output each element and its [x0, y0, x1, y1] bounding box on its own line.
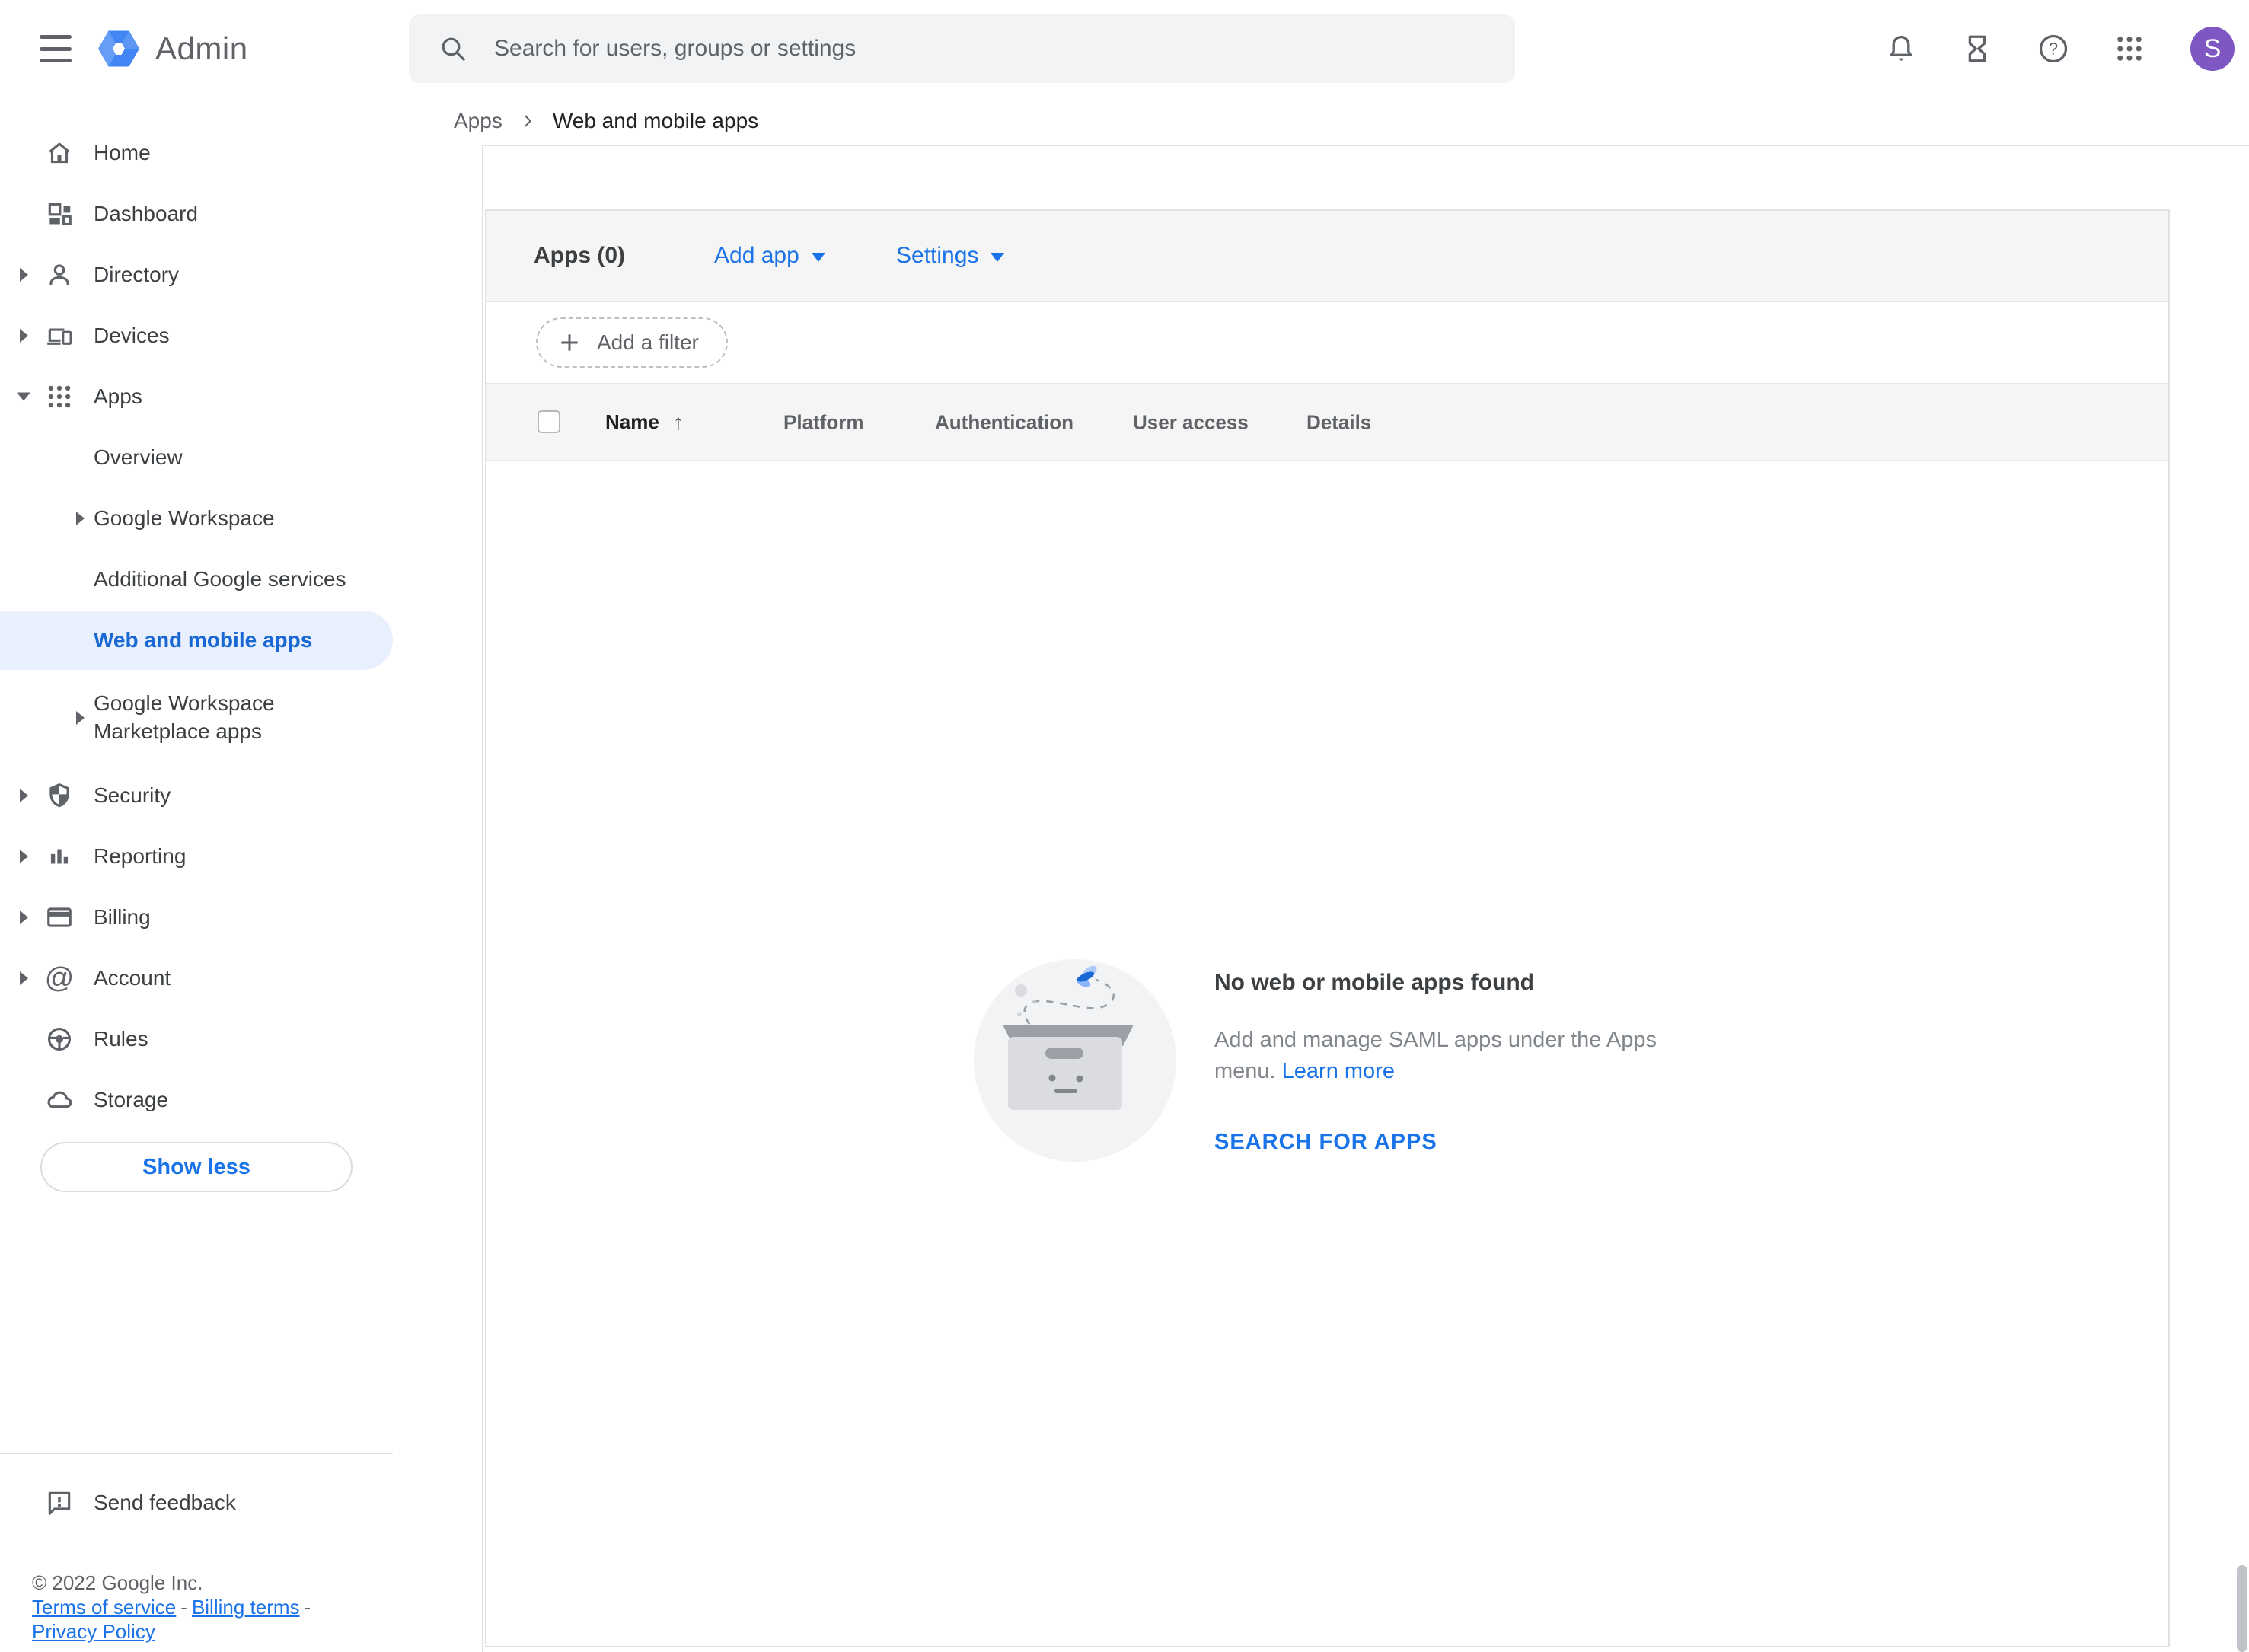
card-toolbar: Apps (0) Add app Settings — [486, 211, 2168, 302]
breadcrumb: Apps Web and mobile apps — [454, 97, 758, 145]
home-icon — [44, 138, 75, 168]
expand-chevron-icon — [20, 850, 28, 863]
expand-chevron-icon — [76, 512, 85, 525]
sidebar-item-devices[interactable]: Devices — [0, 305, 482, 366]
expand-chevron-icon — [20, 789, 28, 802]
sidebar-footer: © 2022 Google Inc. Terms of service-Bill… — [32, 1571, 315, 1644]
sort-ascending-icon: ↑ — [673, 410, 684, 435]
show-less-button[interactable]: Show less — [40, 1142, 353, 1192]
pending-tasks-button[interactable] — [1960, 32, 1994, 65]
hourglass-icon — [1961, 33, 1993, 65]
svg-text:?: ? — [2049, 40, 2058, 59]
search-input[interactable] — [493, 35, 1506, 62]
apps-grid-icon — [44, 381, 75, 412]
apps-grid-icon — [2113, 33, 2145, 65]
vertical-scrollbar[interactable] — [2237, 1565, 2247, 1652]
person-icon — [44, 260, 75, 290]
sidebar-item-home[interactable]: Home — [0, 123, 482, 183]
sidebar-item-google-workspace-marketplace-apps[interactable]: Google Workspace Marketplace apps — [0, 671, 482, 765]
column-header-name[interactable]: Name ↑ — [605, 410, 684, 435]
copyright-text: © 2022 Google Inc. — [32, 1571, 315, 1595]
send-feedback-button[interactable]: Send feedback — [0, 1472, 393, 1533]
bar-chart-icon — [44, 841, 75, 872]
sidebar-divider — [0, 1453, 393, 1454]
empty-state: No web or mobile apps found Add and mana… — [974, 959, 1717, 1162]
sidebar-item-reporting[interactable]: Reporting — [0, 826, 482, 887]
expand-chevron-icon — [20, 911, 28, 924]
table-header-row: Name ↑ Platform Authentication User acce… — [486, 384, 2168, 461]
column-header-details[interactable]: Details — [1306, 410, 1371, 434]
breadcrumb-divider — [482, 145, 2249, 146]
content-divider — [482, 145, 483, 1652]
collapse-chevron-icon — [17, 393, 30, 401]
empty-box-with-fly-illustration — [974, 959, 1176, 1162]
shield-icon — [44, 780, 75, 811]
feedback-bubble-icon — [44, 1488, 75, 1518]
top-bar-actions: ? S — [1884, 18, 2235, 79]
table-body: No web or mobile apps found Add and mana… — [486, 461, 2168, 1646]
learn-more-link[interactable]: Learn more — [1282, 1059, 1395, 1083]
column-header-platform[interactable]: Platform — [783, 410, 863, 434]
add-filter-button[interactable]: Add a filter — [536, 317, 728, 368]
sidebar: Home Dashboard Directory — [0, 0, 482, 1652]
notifications-bell-icon — [1885, 33, 1917, 65]
breadcrumb-current: Web and mobile apps — [553, 109, 758, 133]
sidebar-item-dashboard[interactable]: Dashboard — [0, 183, 482, 244]
expand-chevron-icon — [20, 971, 28, 985]
sidebar-item-rules[interactable]: Rules — [0, 1009, 482, 1070]
dropdown-caret-icon — [812, 253, 825, 262]
devices-icon — [44, 321, 75, 351]
expand-chevron-icon — [20, 329, 28, 343]
dropdown-caret-icon — [991, 253, 1004, 262]
expand-chevron-icon — [20, 268, 28, 282]
add-app-button[interactable]: Add app — [714, 243, 825, 269]
select-all-checkbox[interactable] — [538, 410, 560, 433]
expand-chevron-icon — [76, 711, 85, 725]
cloud-icon — [44, 1085, 75, 1115]
search-bar — [409, 14, 1515, 83]
privacy-policy-link[interactable]: Privacy Policy — [32, 1620, 155, 1643]
help-button[interactable]: ? — [2037, 32, 2070, 65]
google-apps-button[interactable] — [2113, 32, 2146, 65]
sidebar-item-overview[interactable]: Overview — [0, 427, 482, 488]
apps-list-card: Apps (0) Add app Settings Add a filter N… — [485, 209, 2170, 1647]
steering-wheel-icon — [44, 1024, 75, 1054]
credit-card-icon — [44, 902, 75, 933]
settings-button[interactable]: Settings — [896, 243, 1004, 269]
sidebar-item-google-workspace[interactable]: Google Workspace — [0, 488, 482, 549]
empty-state-description: Add and manage SAML apps under the Apps … — [1214, 1025, 1660, 1087]
sidebar-item-additional-google-services[interactable]: Additional Google services — [0, 549, 482, 610]
plus-icon — [557, 330, 582, 355]
apps-count-title: Apps (0) — [534, 243, 625, 269]
sidebar-item-billing[interactable]: Billing — [0, 887, 482, 948]
sidebar-item-apps[interactable]: Apps — [0, 366, 482, 427]
column-header-authentication[interactable]: Authentication — [935, 410, 1073, 434]
sidebar-item-directory[interactable]: Directory — [0, 244, 482, 305]
billing-terms-link[interactable]: Billing terms — [192, 1596, 300, 1619]
terms-of-service-link[interactable]: Terms of service — [32, 1596, 176, 1619]
column-header-user-access[interactable]: User access — [1133, 410, 1249, 434]
sidebar-item-security[interactable]: Security — [0, 765, 482, 826]
sidebar-item-storage[interactable]: Storage — [0, 1070, 482, 1131]
breadcrumb-chevron-icon — [519, 113, 536, 129]
notifications-button[interactable] — [1884, 32, 1918, 65]
account-avatar[interactable]: S — [2190, 27, 2235, 71]
sidebar-item-web-and-mobile-apps[interactable]: Web and mobile apps — [0, 610, 482, 671]
empty-state-title: No web or mobile apps found — [1214, 970, 1717, 996]
dashboard-icon — [44, 199, 75, 229]
search-for-apps-link[interactable]: SEARCH FOR APPS — [1214, 1130, 1717, 1155]
help-icon: ? — [2037, 32, 2070, 65]
filter-row: Add a filter — [486, 302, 2168, 384]
sidebar-item-account[interactable]: @ Account — [0, 948, 482, 1009]
at-sign-icon: @ — [44, 963, 75, 993]
